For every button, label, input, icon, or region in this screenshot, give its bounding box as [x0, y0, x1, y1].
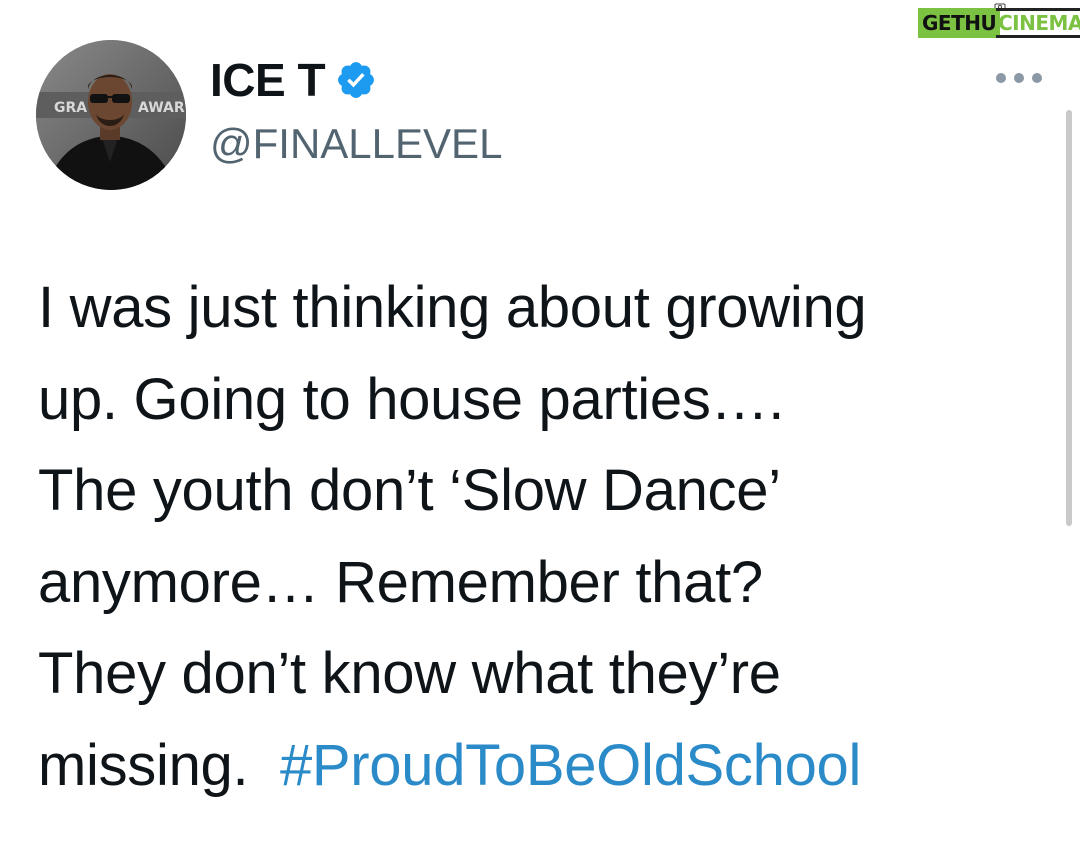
avatar[interactable]: GRA AWAR [36, 40, 186, 190]
display-name[interactable]: ICE T [210, 52, 326, 108]
watermark-part2: CINEMA [996, 8, 1080, 38]
tweet-text-line: The youth don’t ‘Slow Dance’ [38, 458, 781, 523]
tweet-text-last-line: missing. #ProudToBeOldSchool [38, 720, 1048, 812]
tweet-text-line: They don’t know what they’re [38, 641, 781, 706]
avatar-backdrop-text-left: GRA [54, 100, 87, 116]
more-dot [996, 73, 1006, 83]
more-dot [1032, 73, 1042, 83]
more-horizontal-icon[interactable] [996, 66, 1042, 90]
tweet-text-line: anymore… Remember that? [38, 549, 763, 615]
tweet-card: GETHU CINEMA GRA AWAR ICE T @FINALLEVEL … [0, 0, 1080, 856]
watermark-part1: GETHU [918, 8, 1001, 38]
avatar-image: GRA AWAR [36, 40, 186, 190]
watermark-logo: GETHU CINEMA [918, 2, 1080, 42]
tweet-text-line: missing. [38, 732, 280, 798]
hashtag-link[interactable]: #ProudToBeOldSchool [280, 733, 861, 798]
avatar-backdrop-text-right: AWAR [138, 100, 185, 116]
tweet-text-line: up. Going to house parties…. [38, 366, 785, 432]
author-handle[interactable]: @FINALLEVEL [210, 118, 502, 170]
more-dot [1014, 73, 1024, 83]
tweet-text-line: I was just thinking about growing [38, 275, 867, 340]
scrollbar-thumb[interactable] [1066, 110, 1072, 526]
verified-badge-icon [338, 62, 374, 98]
author-name-row[interactable]: ICE T [210, 52, 377, 108]
tweet-body: I was just thinking about growing up. Go… [38, 262, 1048, 811]
